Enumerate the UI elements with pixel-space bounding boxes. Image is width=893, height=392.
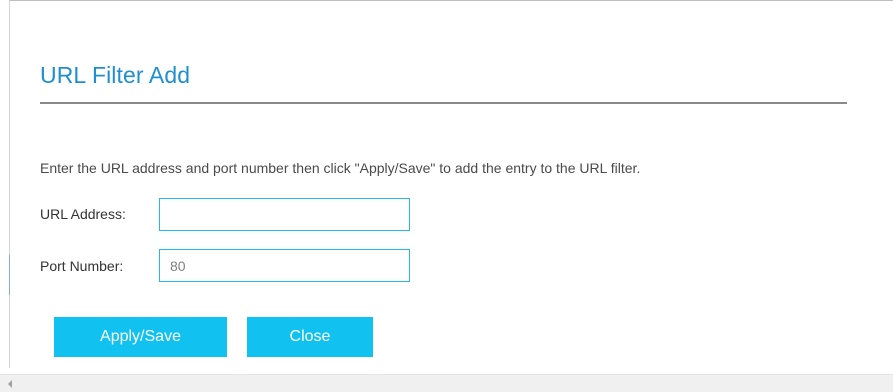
chevron-left-icon[interactable] [8, 380, 12, 388]
title-divider [40, 102, 847, 104]
page-title: URL Filter Add [40, 62, 191, 88]
left-accent [9, 255, 10, 295]
url-filter-add-page: URL Filter Add Enter the URL address and… [0, 0, 893, 392]
top-border [10, 0, 893, 1]
port-number-label: Port Number: [40, 258, 124, 274]
instructions-text: Enter the URL address and port number th… [40, 160, 641, 176]
url-address-label: URL Address: [40, 206, 126, 222]
url-address-input[interactable] [159, 198, 410, 231]
apply-save-button[interactable]: Apply/Save [54, 317, 227, 357]
close-button[interactable]: Close [247, 317, 373, 357]
port-number-input[interactable] [159, 249, 410, 282]
left-border [9, 0, 10, 368]
horizontal-scrollbar[interactable] [0, 374, 893, 392]
